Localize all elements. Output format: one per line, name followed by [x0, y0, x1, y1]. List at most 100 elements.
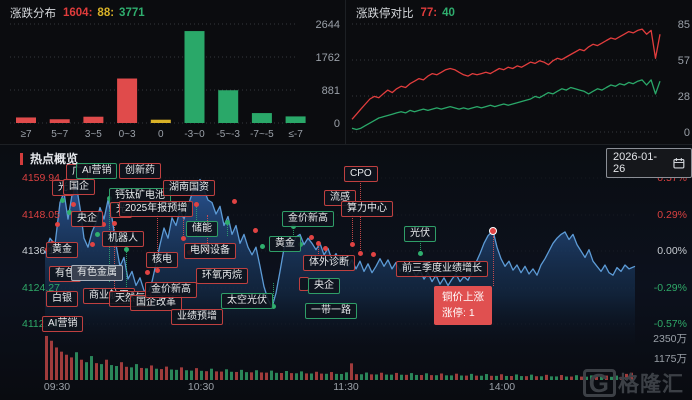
limit-compare-title: 涨跌停对比: [356, 8, 414, 20]
hotspot-tag[interactable]: 国企: [63, 179, 95, 195]
calendar-icon: [673, 158, 685, 169]
right-axis-label: 0.29%: [657, 209, 687, 221]
marker-dot: [154, 267, 160, 273]
hotspot-tag[interactable]: 一带一路: [305, 303, 357, 319]
hotspot-tag[interactable]: 黄金: [46, 242, 78, 258]
top-row: 涨跌分布 1604: 88: 3771 0 881 1762 2644 ≥7 5~7 3~5 0~…: [0, 0, 692, 145]
hotspot-tag[interactable]: 电网设备: [184, 243, 236, 259]
right-axis-label: 1175万: [653, 353, 687, 365]
svg-text:881: 881: [322, 85, 340, 97]
tag-stem: [352, 215, 353, 243]
svg-text:14:00: 14:00: [489, 381, 515, 393]
svg-text:1762: 1762: [316, 52, 340, 64]
marker-dot: [231, 198, 237, 204]
hotspot-tag[interactable]: 算力中心: [341, 201, 393, 217]
limit-compare-header: 涨跌停对比 77: 40: [346, 0, 470, 26]
distribution-counts: 1604: 88: 3771: [63, 7, 150, 19]
marker-dot: [59, 197, 65, 203]
highlight-marker-dot: [489, 227, 497, 235]
marker-dot: [252, 227, 258, 233]
svg-text:11:30: 11:30: [333, 381, 359, 393]
marker-dot: [322, 245, 328, 251]
hotspot-tag[interactable]: 前三季度业绩增长: [396, 261, 488, 277]
gelonghui-watermark: G 格隆汇: [582, 368, 684, 398]
marker-dot: [308, 234, 314, 240]
distribution-count: 1604:: [63, 7, 93, 19]
date-value: 2026-01-26: [613, 151, 658, 175]
marker-dot: [54, 221, 60, 227]
svg-text:09:30: 09:30: [44, 381, 70, 393]
hotspot-tooltip: 铜价上涨 涨停: 1: [434, 286, 492, 325]
tooltip-line2: 涨停: 1: [442, 307, 475, 320]
panel-hotspot: 09:3010:3011:3014:00 广AI营销创新药光国企钙钛矿电池湖南国…: [0, 145, 692, 400]
svg-text:85: 85: [678, 19, 690, 31]
hotspot-tag[interactable]: 创新药: [119, 163, 161, 179]
hotspot-tag[interactable]: CPO: [344, 166, 378, 182]
hotspot-tag[interactable]: 央企: [308, 278, 340, 294]
marker-dot: [180, 235, 186, 241]
distribution-count: 3771: [119, 7, 145, 19]
marker-dot: [224, 219, 230, 225]
hotspot-tag[interactable]: 湖南国资: [163, 180, 215, 196]
svg-text:-7~-5: -7~-5: [250, 129, 274, 140]
hotspot-tag[interactable]: 核电: [146, 252, 178, 268]
svg-text:-5~-3: -5~-3: [216, 129, 240, 140]
limit-compare-count: 77:: [420, 7, 438, 19]
hotspot-tag[interactable]: 白银: [46, 291, 78, 307]
marker-dot: [349, 241, 355, 247]
hotspot-tag[interactable]: 业绩预增: [171, 309, 223, 325]
hotspot-tag[interactable]: 金价新高: [145, 282, 197, 298]
marker-dot: [193, 201, 199, 207]
hotspot-title: 热点概览: [30, 152, 79, 166]
svg-text:0: 0: [158, 129, 164, 140]
watermark-logo: G: [582, 369, 616, 397]
right-axis-label: 2350万: [653, 333, 687, 345]
watermark-text: 格隆汇: [618, 373, 684, 396]
stock-dashboard: 涨跌分布 1604: 88: 3771 0 881 1762 2644 ≥7 5~7 3~5 0~…: [0, 0, 692, 400]
hotspot-tag[interactable]: AI营销: [76, 163, 118, 179]
svg-text:≥7: ≥7: [20, 129, 31, 140]
hotspot-tag[interactable]: 黄金: [269, 236, 301, 252]
hotspot-tag[interactable]: 有色金属: [71, 265, 123, 281]
svg-text:-3~0: -3~0: [184, 129, 205, 140]
svg-text:≤-7: ≤-7: [288, 129, 303, 140]
right-axis-label: 0.00%: [657, 245, 687, 257]
marker-dot: [94, 231, 100, 237]
marker-dot: [111, 220, 117, 226]
marker-dot: [123, 246, 129, 252]
svg-text:28: 28: [678, 91, 690, 103]
hotspot-tag[interactable]: 体外诊断: [303, 255, 355, 271]
hotspot-tag[interactable]: 机器人: [102, 231, 144, 247]
hotspot-header: 热点概览: [20, 150, 78, 167]
panel-limit-compare: 涨跌停对比 77: 40 0 28 57 85: [346, 0, 692, 145]
panel-distribution: 涨跌分布 1604: 88: 3771 0 881 1762 2644 ≥7 5~7 3~5 0~…: [0, 0, 346, 145]
hotspot-tag[interactable]: AI营销: [42, 316, 84, 332]
svg-text:0: 0: [334, 118, 340, 130]
limit-compare-count: 40: [442, 7, 455, 19]
distribution-count: 88:: [97, 7, 115, 19]
hotspot-tag[interactable]: 储能: [186, 221, 218, 237]
right-axis-label: -0.29%: [653, 282, 687, 294]
tag-stem: [183, 216, 184, 237]
hotspot-tag[interactable]: 太空光伏: [221, 293, 273, 309]
svg-text:10:30: 10:30: [188, 381, 214, 393]
hotspot-tag[interactable]: 2025年报预增: [119, 201, 194, 217]
hotspot-tag[interactable]: 环氧丙烷: [196, 268, 248, 284]
hotspot-tag[interactable]: 光伏: [404, 226, 436, 242]
hotspot-tag[interactable]: 金价新高: [282, 211, 334, 227]
accent-bar: [20, 152, 23, 165]
marker-dot: [357, 250, 363, 256]
right-axis-label: -0.57%: [653, 318, 687, 330]
tooltip-line1: 铜价上涨: [442, 291, 484, 303]
svg-text:0~3: 0~3: [119, 129, 136, 140]
svg-text:0: 0: [684, 127, 690, 139]
date-picker[interactable]: 2026-01-26: [606, 148, 692, 178]
distribution-title: 涨跌分布: [10, 8, 56, 20]
svg-text:3~5: 3~5: [85, 129, 102, 140]
hotspot-tag[interactable]: 央企: [71, 211, 103, 227]
marker-dot: [370, 251, 376, 257]
marker-dot: [70, 201, 76, 207]
svg-text:2644: 2644: [316, 19, 340, 31]
marker-dot: [417, 250, 423, 256]
tag-stem: [273, 283, 274, 306]
